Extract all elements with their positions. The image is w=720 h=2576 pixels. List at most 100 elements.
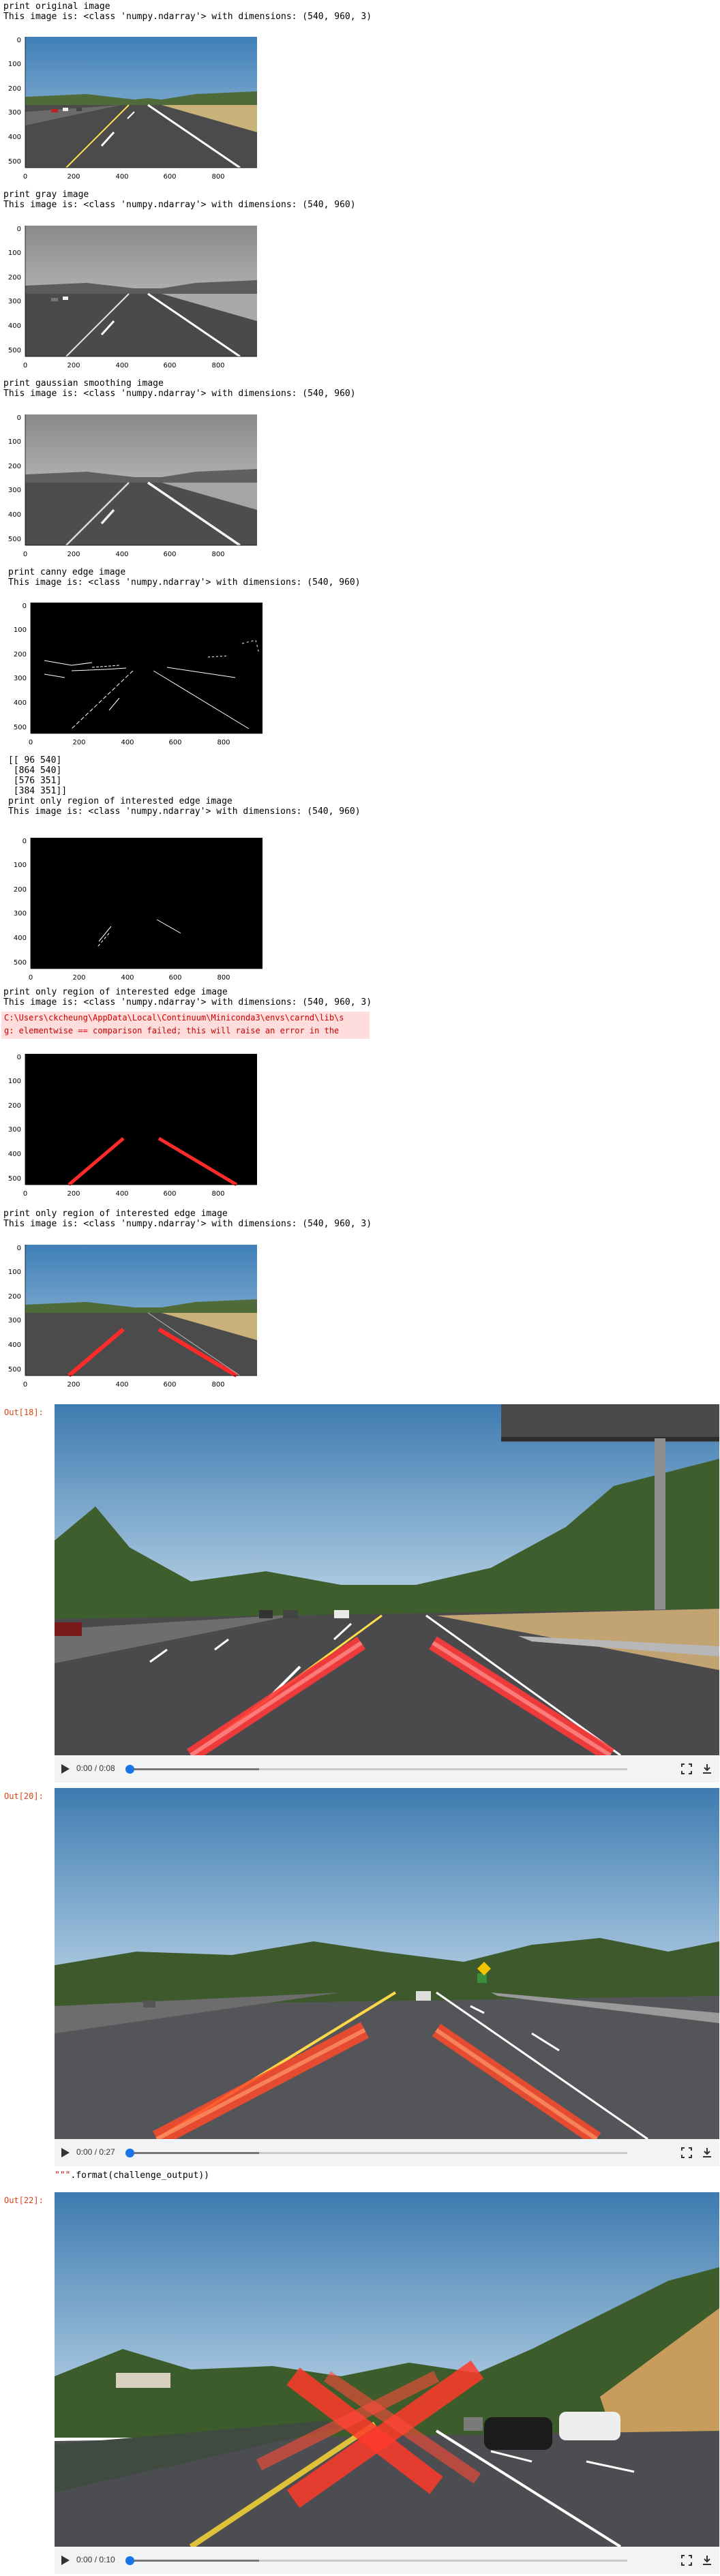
video-player-out18[interactable]: 0:00 / 0:08: [55, 1404, 719, 1783]
vertices-line: [[ 96 540]: [8, 755, 62, 766]
x-tick: 800: [211, 1190, 224, 1198]
progress-track[interactable]: [130, 1768, 627, 1770]
vertices-line: [576 351]: [8, 776, 62, 786]
x-tick: 0: [23, 1381, 27, 1389]
video-player-out22[interactable]: 0:00 / 0:10: [55, 2192, 719, 2574]
y-tick: 0: [17, 1054, 21, 1061]
x-tick: 200: [72, 974, 85, 982]
download-icon[interactable]: [702, 2555, 712, 2566]
x-tick: 600: [163, 173, 176, 181]
y-tick: 100: [8, 61, 21, 68]
vertices-line: [384 351]]: [8, 786, 68, 796]
x-tick: 400: [115, 551, 128, 558]
y-tick: 100: [8, 438, 21, 446]
fullscreen-icon[interactable]: [681, 2555, 692, 2566]
x-tick: 800: [211, 1381, 224, 1389]
progress-knob[interactable]: [125, 2149, 134, 2157]
x-tick: 800: [211, 362, 224, 369]
vertices-line: [864 540]: [8, 766, 62, 776]
y-tick: 400: [14, 935, 27, 942]
video-frame[interactable]: [55, 1788, 719, 2139]
x-tick: 200: [72, 739, 85, 746]
x-tick: 600: [163, 362, 176, 369]
y-tick: 300: [8, 1317, 21, 1324]
y-tick: 400: [14, 699, 27, 707]
roi-edge-image-plot: 0 100 200 300 400 500 0 200 400 600 800: [5, 835, 278, 988]
canny-caption: print canny edge image: [8, 567, 126, 577]
overlay-caption: print only region of interested edge ima…: [3, 1209, 228, 1219]
progress-track[interactable]: [130, 2560, 627, 2562]
x-tick: 600: [163, 1190, 176, 1198]
x-tick: 0: [29, 739, 33, 746]
roi-edge-caption: print only region of interested edge ima…: [8, 796, 232, 806]
x-tick: 800: [211, 173, 224, 181]
y-tick: 200: [8, 85, 21, 93]
gaussian-info: This image is: <class 'numpy.ndarray'> w…: [3, 389, 356, 399]
y-tick: 400: [8, 134, 21, 141]
y-tick: 500: [8, 536, 21, 543]
stderr-line: g: elementwise == comparison failed; thi…: [4, 1026, 340, 1035]
y-tick: 500: [14, 959, 27, 967]
x-tick: 400: [121, 974, 134, 982]
y-tick: 500: [8, 158, 21, 166]
gaussian-caption: print gaussian smoothing image: [3, 378, 164, 389]
x-tick: 600: [163, 551, 176, 558]
x-tick: 400: [121, 739, 134, 746]
y-tick: 200: [8, 1293, 21, 1301]
roi-lines-caption: print only region of interested edge ima…: [3, 987, 228, 997]
y-tick: 200: [8, 463, 21, 470]
y-tick: 100: [8, 1078, 21, 1085]
y-tick: 0: [17, 414, 21, 422]
gray-info: This image is: <class 'numpy.ndarray'> w…: [3, 200, 356, 210]
x-tick: 200: [67, 173, 80, 181]
play-icon[interactable]: [61, 2148, 70, 2157]
x-tick: 0: [23, 551, 27, 558]
stderr-warning: C:\Users\ckcheung\AppData\Local\Continuu…: [1, 1012, 370, 1039]
canny-info: This image is: <class 'numpy.ndarray'> w…: [8, 577, 361, 588]
x-tick: 600: [168, 974, 181, 982]
y-tick: 400: [8, 322, 21, 330]
x-tick: 0: [23, 173, 27, 181]
x-tick: 200: [67, 362, 80, 369]
video-frame[interactable]: [55, 1404, 719, 1755]
video-frame[interactable]: [55, 2192, 719, 2547]
stderr-line: C:\Users\ckcheung\AppData\Local\Continuu…: [4, 1013, 344, 1022]
y-tick: 400: [8, 511, 21, 519]
code-rest: .format(challenge_output)): [70, 2170, 209, 2181]
x-tick: 800: [211, 551, 224, 558]
y-tick: 500: [8, 1366, 21, 1374]
y-tick: 0: [17, 226, 21, 233]
video-controls: 0:00 / 0:10: [55, 2547, 719, 2574]
code-fragment: """.format(challenge_output)): [55, 2170, 209, 2181]
video-player-out20[interactable]: 0:00 / 0:27: [55, 1788, 719, 2166]
y-tick: 100: [14, 862, 27, 869]
x-tick: 400: [115, 1190, 128, 1198]
y-tick: 0: [17, 37, 21, 44]
y-tick: 100: [8, 249, 21, 257]
video-time: 0:00 / 0:08: [76, 1763, 115, 1773]
canny-image-plot: 0 100 200 300 400 500 0 200 400 600 800: [5, 600, 278, 753]
fullscreen-icon[interactable]: [681, 1763, 692, 1774]
progress-track[interactable]: [130, 2152, 627, 2154]
play-icon[interactable]: [61, 1764, 70, 1774]
original-caption: print original image: [3, 1, 110, 12]
y-tick: 500: [8, 1175, 21, 1183]
play-icon[interactable]: [61, 2556, 70, 2565]
gray-image-plot: 0 100 200 300 400 500 0 200 400 600 800: [0, 223, 273, 376]
x-tick: 600: [168, 739, 181, 746]
y-tick: 500: [8, 347, 21, 354]
y-tick: 100: [14, 626, 27, 634]
y-tick: 300: [8, 109, 21, 117]
x-tick: 200: [67, 1190, 80, 1198]
fullscreen-icon[interactable]: [681, 2147, 692, 2158]
original-info: This image is: <class 'numpy.ndarray'> w…: [3, 12, 372, 22]
download-icon[interactable]: [702, 1763, 712, 1774]
progress-knob[interactable]: [125, 1765, 134, 1774]
progress-knob[interactable]: [125, 2556, 134, 2565]
original-image-plot: 0 100 200 300 400 500 0 200 400 600 800: [0, 34, 273, 187]
x-tick: 0: [23, 362, 27, 369]
y-tick: 100: [8, 1269, 21, 1276]
download-icon[interactable]: [702, 2147, 712, 2158]
overlay-image-plot: 0 100 200 300 400 500 0 200 400 600 800: [0, 1242, 273, 1395]
y-tick: 400: [8, 1342, 21, 1349]
